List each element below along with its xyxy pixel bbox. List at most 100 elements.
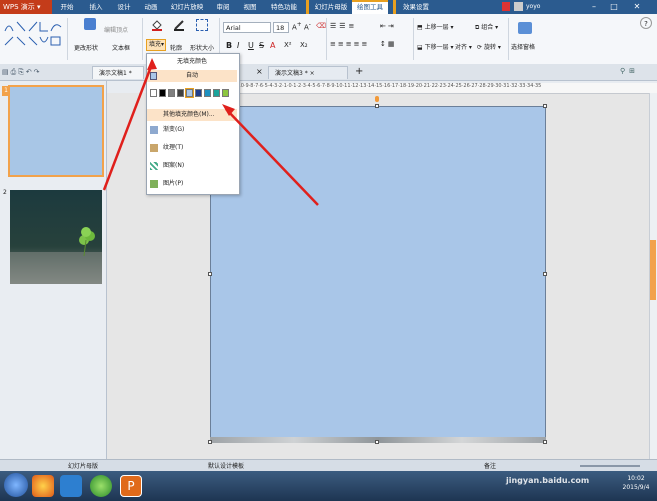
edit-vertex-button[interactable]: 编辑顶点 xyxy=(104,25,128,34)
indent-buttons[interactable]: ⇤⇥ xyxy=(380,22,396,30)
tab-document-3[interactable]: 演示文稿3 * × xyxy=(268,66,348,79)
shape-size-icon[interactable] xyxy=(196,19,208,31)
picture-option[interactable]: 图片(P) xyxy=(163,178,253,190)
close-icon[interactable]: ✕ xyxy=(625,0,649,14)
scrollbar-thumb[interactable] xyxy=(650,240,656,300)
color-swatch[interactable] xyxy=(213,89,220,97)
tab-animation[interactable]: 动画 xyxy=(141,0,161,14)
tab-document-1[interactable]: 演示文稿1 * xyxy=(92,66,144,79)
resize-handle[interactable] xyxy=(375,440,379,444)
avatar[interactable] xyxy=(514,2,523,11)
shapes-gallery[interactable] xyxy=(3,19,65,49)
gradient-icon xyxy=(150,126,158,134)
slide-thumbnail-2[interactable] xyxy=(10,190,102,284)
tab-review[interactable]: 审阅 xyxy=(213,0,233,14)
italic-button[interactable]: I xyxy=(237,41,239,50)
user-name[interactable]: yoyo xyxy=(526,0,540,14)
outline-icon[interactable] xyxy=(173,19,185,31)
grow-font-icon[interactable]: A+ xyxy=(292,22,302,31)
subscript-button[interactable]: X₂ xyxy=(300,41,308,49)
maximize-icon[interactable]: □ xyxy=(605,0,623,14)
color-swatch[interactable] xyxy=(204,89,211,97)
media-app-icon[interactable] xyxy=(32,475,54,497)
fill-bucket-icon[interactable] xyxy=(151,19,163,31)
rotate-label: 旋转 xyxy=(483,44,496,51)
close-tab-icon[interactable]: × xyxy=(256,67,263,76)
color-swatch[interactable] xyxy=(168,89,175,97)
rotate-handle[interactable] xyxy=(375,96,379,102)
slide-thumbnail-1[interactable] xyxy=(8,85,104,177)
tab-special[interactable]: 特色功能 xyxy=(267,0,301,14)
fill-button[interactable]: 填充▾ xyxy=(146,39,166,51)
browser-icon[interactable] xyxy=(90,475,112,497)
help-icon[interactable]: ? xyxy=(640,17,652,29)
send-backward-button[interactable]: ⬓ 下移一层 ▾ xyxy=(417,42,454,51)
network-app-icon[interactable] xyxy=(60,475,82,497)
bold-button[interactable]: B xyxy=(226,41,232,50)
slide-shape[interactable] xyxy=(210,106,546,442)
font-color-button[interactable]: A xyxy=(270,41,275,50)
auto-fill-option[interactable]: 自动 xyxy=(147,70,237,82)
color-swatch[interactable] xyxy=(159,89,166,97)
app-menu-button[interactable]: WPS 演示 ▾ xyxy=(0,0,52,14)
tab-drawing-tools[interactable]: 绘图工具 xyxy=(352,0,388,14)
tab-insert[interactable]: 插入 xyxy=(86,0,106,14)
bring-forward-button[interactable]: ⬒ 上移一层 ▾ xyxy=(417,22,454,31)
texture-option[interactable]: 纹理(T) xyxy=(163,142,253,154)
pattern-option[interactable]: 图案(N) xyxy=(163,160,253,172)
tab-home[interactable]: 开始 xyxy=(56,0,78,14)
start-button[interactable] xyxy=(4,473,28,497)
text-box-button[interactable]: 文本框 xyxy=(112,43,130,52)
font-size-select[interactable]: 18 xyxy=(273,22,289,33)
bring-forward-label: 上移一层 xyxy=(424,24,449,31)
resize-handle[interactable] xyxy=(208,440,212,444)
tab-slide-master[interactable]: 幻灯片母版 xyxy=(306,0,350,14)
resize-handle[interactable] xyxy=(543,104,547,108)
group-button[interactable]: ⧉ 组合 ▾ xyxy=(475,22,498,32)
shrink-font-icon[interactable]: A- xyxy=(304,22,311,31)
wps-presentation-taskbar-icon[interactable]: P xyxy=(120,475,142,497)
new-tab-button[interactable]: + xyxy=(355,66,363,77)
font-name-select[interactable]: Arial xyxy=(223,22,271,33)
resize-handle[interactable] xyxy=(543,440,547,444)
gift-icon[interactable] xyxy=(502,2,510,11)
color-swatch[interactable] xyxy=(185,88,194,98)
more-fill-colors-option[interactable]: 其他填充颜色(M)... xyxy=(147,109,237,121)
picture-icon xyxy=(150,180,158,188)
list-buttons[interactable]: ☰☰≡ xyxy=(330,22,357,30)
superscript-button[interactable]: X² xyxy=(284,41,292,49)
no-fill-option[interactable]: 无填充颜色 xyxy=(147,56,237,68)
resize-handle[interactable] xyxy=(543,272,547,276)
resize-handle[interactable] xyxy=(375,104,379,108)
color-swatch[interactable] xyxy=(222,89,229,97)
selection-pane-button[interactable]: 选择窗格 xyxy=(511,42,535,51)
tab-effects[interactable]: 效果设置 xyxy=(393,0,433,14)
color-swatch[interactable] xyxy=(195,89,202,97)
fill-label: 填充 xyxy=(149,41,162,48)
underline-button[interactable]: U xyxy=(248,41,254,50)
outline-button[interactable]: 轮廓 xyxy=(170,43,182,52)
zoom-slider[interactable] xyxy=(580,465,640,467)
color-swatch[interactable] xyxy=(150,89,157,97)
shape-icon xyxy=(84,18,96,30)
tab-view[interactable]: 视图 xyxy=(240,0,260,14)
change-shape-button[interactable]: 更改形状 xyxy=(74,43,98,52)
color-swatch[interactable] xyxy=(177,89,184,97)
tab-design[interactable]: 设计 xyxy=(114,0,134,14)
gradient-option[interactable]: 渐变(G) xyxy=(163,124,253,136)
view-controls[interactable]: ⚲⊞ xyxy=(620,67,639,75)
tab-slideshow[interactable]: 幻灯片放映 xyxy=(168,0,206,14)
align-button[interactable]: 对齐 ▾ xyxy=(455,42,472,51)
rotate-button[interactable]: ⟳ 旋转 ▾ xyxy=(477,42,501,51)
strikethrough-button[interactable]: S xyxy=(259,41,264,50)
shape-size-button[interactable]: 形状大小 xyxy=(190,43,214,52)
resize-handle[interactable] xyxy=(208,272,212,276)
clear-format-icon[interactable]: ⌫ xyxy=(316,22,326,30)
clover-photo xyxy=(10,190,102,284)
minimize-icon[interactable]: – xyxy=(585,0,603,14)
quick-access-toolbar[interactable]: ▤⎙⎘↶↷ xyxy=(2,68,42,77)
notes-toggle[interactable]: 备注 xyxy=(484,461,496,470)
system-clock[interactable]: 10:02 2015/9/4 xyxy=(618,474,654,492)
align-buttons[interactable]: ≡≡≡≡≡ xyxy=(330,40,369,48)
spacing-buttons[interactable]: ↕▦ xyxy=(380,40,396,48)
